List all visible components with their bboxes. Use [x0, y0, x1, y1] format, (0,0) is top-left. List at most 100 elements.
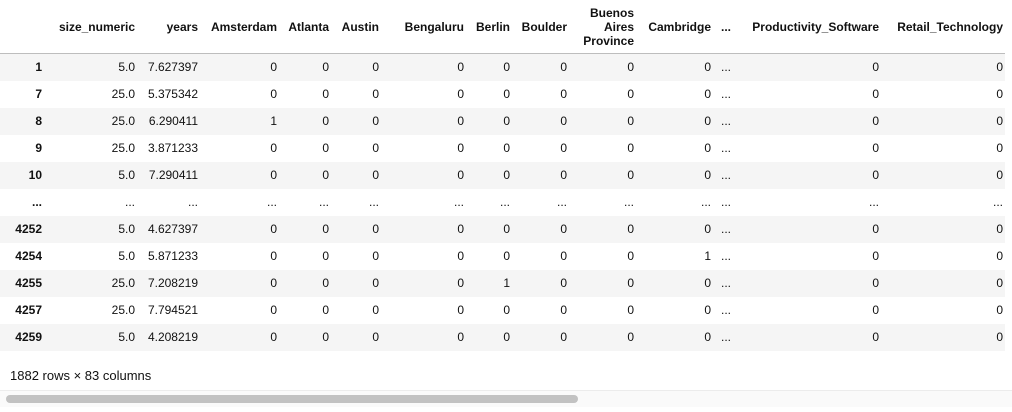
table-cell: 0: [372, 222, 379, 236]
table-cell: 0: [372, 60, 379, 75]
table-cell: ...: [721, 222, 732, 236]
table-cell: 0: [322, 276, 329, 290]
table-cell: 0: [372, 303, 379, 317]
table-cell: 0: [627, 222, 634, 236]
table-cell: 5.375342: [147, 87, 198, 101]
dataframe-table: size_numeric years Amsterdam Atlanta Austin B…: [0, 0, 1005, 351]
table-cell: 0: [627, 141, 634, 155]
table-cell: 0: [503, 303, 510, 317]
table-row: 1 5.0 7.627397 0 0 0 0 0 0 0 0... 0 0: [0, 53, 1005, 81]
table-cell: 0: [270, 222, 277, 236]
table-cell: ...: [453, 195, 464, 209]
table-cell: 4.208219: [147, 330, 198, 344]
column-header: Productivity_Software: [740, 0, 884, 54]
table-cell: 0: [372, 276, 379, 290]
table-cell: 0: [996, 87, 1003, 101]
table-cell: 0: [503, 249, 510, 263]
table-cell: 0: [996, 141, 1003, 155]
table-cell: 0: [372, 141, 379, 155]
table-cell: 0: [704, 222, 711, 236]
table-row: 4252 5.0 4.627397 0 0 0 0 0 0 0 0... 0 0: [0, 215, 1005, 243]
table-cell: 0: [872, 60, 879, 75]
column-header: Berlin: [469, 0, 515, 54]
table-cell: ...: [266, 195, 277, 209]
table-cell: 0: [704, 330, 711, 344]
table-cell: 0: [627, 60, 634, 75]
table-cell: 0: [560, 87, 567, 101]
table-cell: 7.208219: [147, 276, 198, 290]
index-header: [0, 0, 50, 54]
table-cell: 6.290411: [148, 114, 198, 128]
column-header: ...: [716, 0, 740, 54]
column-header: Cambridge: [639, 0, 716, 54]
row-index: 4255: [15, 276, 42, 290]
table-cell: 0: [560, 276, 567, 290]
table-cell: ...: [721, 60, 732, 75]
row-index: 4252: [15, 222, 42, 236]
table-cell: 0: [872, 114, 879, 128]
table-cell: 0: [996, 303, 1003, 317]
table-cell: 25.0: [111, 303, 135, 317]
row-index: 4257: [15, 303, 42, 317]
table-cell: 0: [322, 87, 329, 101]
row-index: 4259: [15, 330, 42, 344]
table-cell: 0: [872, 276, 879, 290]
table-cell: 0: [627, 303, 634, 317]
table-row: 4255 25.0 7.208219 0 0 0 0 1 0 0 0... 0 0: [0, 269, 1005, 297]
column-header: years: [140, 0, 203, 54]
table-cell: 0: [560, 60, 567, 75]
table-cell: 7.794521: [147, 303, 198, 317]
table-cell: 0: [322, 330, 329, 344]
table-cell: 0: [457, 60, 464, 75]
table-cell: 0: [560, 168, 567, 182]
table-cell: 3.871233: [147, 141, 198, 155]
table-cell: 0: [270, 87, 277, 101]
table-cell: 0: [872, 330, 879, 344]
table-cell: ...: [318, 195, 329, 209]
table-cell: ...: [368, 195, 379, 209]
table-cell: 0: [996, 276, 1003, 290]
table-cell: 0: [372, 114, 379, 128]
table-cell: 0: [627, 87, 634, 101]
table-cell: 0: [704, 141, 711, 155]
table-cell: 0: [627, 276, 634, 290]
table-cell: 0: [996, 114, 1003, 128]
table-cell: 0: [627, 168, 634, 182]
table-row: ........................................…: [0, 188, 1005, 216]
table-cell: 0: [996, 222, 1003, 236]
table-cell: ...: [721, 330, 732, 344]
table-cell: ...: [187, 195, 198, 209]
table-cell: ...: [721, 114, 732, 128]
table-row: 4257 25.0 7.794521 0 0 0 0 0 0 0 0... 0 0: [0, 296, 1005, 324]
table-cell: ...: [721, 276, 732, 290]
table-cell: ...: [499, 195, 510, 209]
table-cell: ...: [721, 141, 732, 155]
table-cell: 0: [872, 168, 879, 182]
table-cell: ...: [721, 303, 732, 317]
table-cell: 5.871233: [147, 249, 198, 263]
table-cell: 0: [372, 168, 379, 182]
table-cell: ...: [623, 195, 634, 209]
table-cell: 0: [270, 141, 277, 155]
header-row: size_numeric years Amsterdam Atlanta Austin B…: [0, 0, 1005, 54]
table-cell: 0: [560, 141, 567, 155]
row-index: 7: [35, 87, 42, 101]
table-cell: 0: [704, 60, 711, 75]
table-cell: 0: [627, 114, 634, 128]
dataframe-shape: 1882 rows × 83 columns: [10, 368, 152, 383]
table-cell: 0: [322, 249, 329, 263]
table-cell: 0: [457, 87, 464, 101]
table-row: 8 25.0 6.290411 1 0 0 0 0 0 0 0... 0 0: [0, 107, 1005, 135]
table-cell: 0: [560, 330, 567, 344]
table-cell: 0: [627, 249, 634, 263]
scrollbar-thumb[interactable]: [6, 395, 578, 403]
horizontal-scrollbar[interactable]: [0, 390, 1012, 407]
table-row: 4259 5.0 4.208219 0 0 0 0 0 0 0 0... 0 0: [0, 323, 1005, 351]
table-cell: 0: [503, 87, 510, 101]
table-cell: ...: [721, 195, 732, 209]
table-cell: 0: [457, 168, 464, 182]
table-cell: 0: [322, 60, 329, 75]
table-cell: 0: [322, 303, 329, 317]
table-row: 7 25.0 5.375342 0 0 0 0 0 0 0 0... 0 0: [0, 80, 1005, 108]
table-cell: 25.0: [111, 276, 135, 290]
